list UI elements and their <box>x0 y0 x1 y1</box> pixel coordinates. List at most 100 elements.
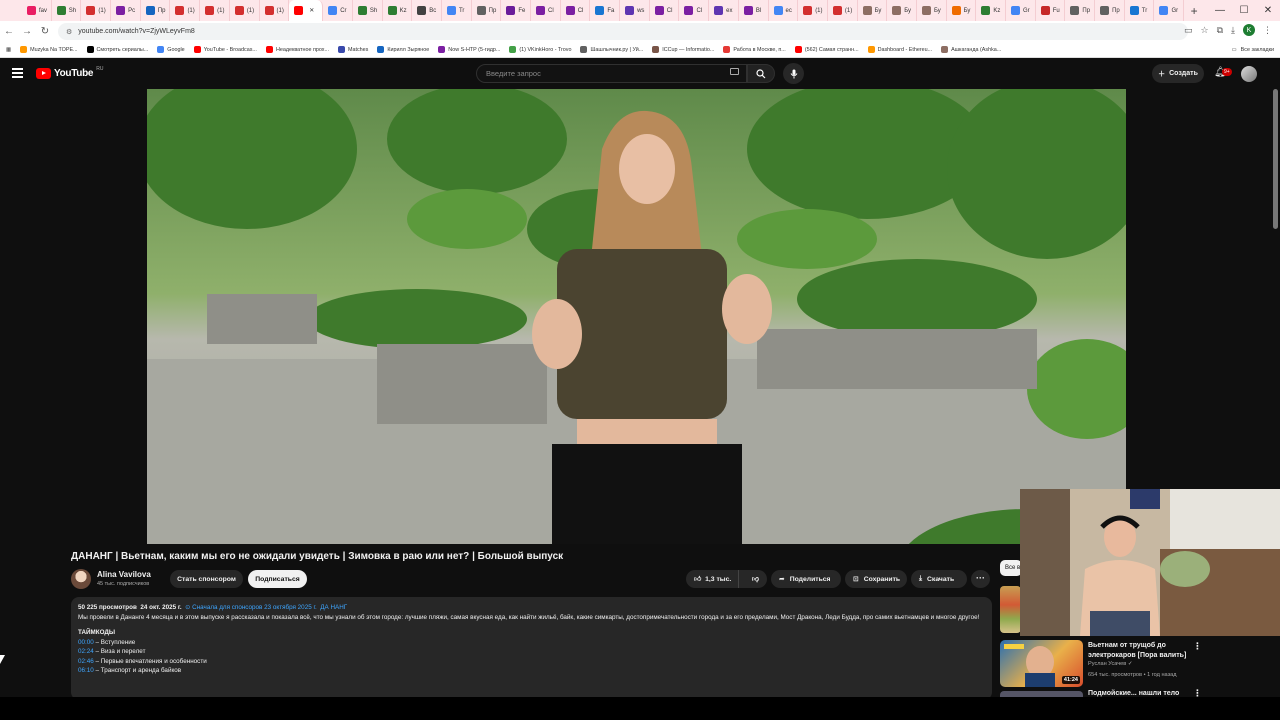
browser-tab[interactable]: Gr <box>1006 0 1036 21</box>
url-input[interactable]: ⚙ youtube.com/watch?v=ZjyWLeyvFm8 <box>58 23 1188 40</box>
search-button[interactable] <box>747 64 775 83</box>
page-scrollbar[interactable] <box>1273 89 1278 229</box>
share-button[interactable]: ➦ Поделиться <box>771 570 841 588</box>
back-icon[interactable]: ← <box>0 26 18 37</box>
bookmark-item[interactable]: Ашкаганда (Ashka... <box>941 46 1001 53</box>
browser-tab[interactable]: (1) <box>170 0 201 21</box>
chip-all[interactable]: Все в <box>1000 560 1022 576</box>
timecode-link[interactable]: 06:10 <box>78 667 94 674</box>
search-input[interactable]: Введите запрос <box>476 64 747 83</box>
browser-tab[interactable]: (1) <box>798 0 828 21</box>
bookmark-item[interactable]: YouTube - Broadcas... <box>193 46 257 53</box>
bookmark-item[interactable]: Неадекватное прох... <box>265 46 329 53</box>
browser-menu-icon[interactable]: ⋮ <box>1263 25 1272 36</box>
bookmark-item[interactable]: Muzyka Na TOPE... <box>20 46 78 53</box>
timecode-link[interactable]: 02:24 <box>78 648 94 655</box>
bookmark-item[interactable]: Смотреть сериалы... <box>86 46 148 53</box>
timecode-link[interactable]: 02:46 <box>78 658 94 665</box>
create-button[interactable]: ＋ Создать <box>1152 64 1204 83</box>
apps-icon[interactable]: ▦ <box>6 47 11 53</box>
cast-icon[interactable]: ▭ <box>1184 25 1193 36</box>
browser-tab[interactable]: ex <box>709 0 739 21</box>
save-button[interactable]: ⊡ Сохранить <box>845 570 907 588</box>
channel-avatar[interactable] <box>71 569 91 589</box>
browser-tab[interactable]: Cl <box>650 0 680 21</box>
downloads-icon[interactable]: ⤓ <box>1231 25 1235 36</box>
browser-tab[interactable]: fav <box>22 0 52 21</box>
menu-icon[interactable] <box>12 68 23 78</box>
browser-tab[interactable]: Бу <box>858 0 888 21</box>
bookmark-item[interactable]: Dashboard - Ethereu... <box>867 46 932 53</box>
reload-icon[interactable]: ↻ <box>36 26 54 37</box>
browser-tab[interactable]: ✕ <box>289 0 324 21</box>
bookmark-item[interactable]: Matches <box>338 46 368 53</box>
subscribe-button[interactable]: Подписаться <box>248 570 307 588</box>
browser-tab[interactable]: Bc <box>412 0 442 21</box>
maximize-icon[interactable]: ☐ <box>1232 0 1256 21</box>
browser-tab[interactable]: Cl <box>679 0 710 21</box>
download-button[interactable]: ⤓ Скачать <box>911 570 967 588</box>
bookmark-item[interactable]: Google <box>157 46 185 53</box>
keyboard-icon[interactable] <box>730 68 739 75</box>
channel-name[interactable]: Alina Vavilova <box>97 570 151 579</box>
browser-tab[interactable]: Kz <box>383 0 413 21</box>
browser-tab[interactable]: Tr <box>1125 0 1155 21</box>
browser-tab[interactable]: ws <box>620 0 650 21</box>
browser-tab[interactable]: Bl <box>739 0 769 21</box>
user-avatar[interactable] <box>1241 66 1257 82</box>
bookmark-item[interactable]: Кирилл Зыряное <box>377 46 429 53</box>
browser-tab[interactable]: Sh <box>353 0 383 21</box>
browser-tab[interactable]: Fa <box>590 0 621 21</box>
bookmark-item[interactable]: Работа в Москве, п... <box>723 46 786 53</box>
browser-tab[interactable]: Tr <box>442 0 472 21</box>
more-actions-icon[interactable]: ··· <box>971 570 990 588</box>
sponsor-button[interactable]: Стать спонсором <box>170 570 243 588</box>
browser-tab[interactable]: Cl <box>561 0 591 21</box>
close-tab-icon[interactable]: ✕ <box>309 7 314 14</box>
browser-tab[interactable]: (1) <box>81 0 112 21</box>
browser-tab[interactable]: Fu <box>1036 0 1066 21</box>
bookmark-item[interactable]: (1) VKinkHoro - Trovo <box>509 46 571 53</box>
forward-icon[interactable]: → <box>18 26 36 37</box>
profile-avatar[interactable]: K <box>1243 24 1255 36</box>
browser-tab[interactable]: Пр <box>1065 0 1096 21</box>
rec-thumbnail[interactable]: 41:24 <box>1000 640 1083 687</box>
browser-tab[interactable]: Бу <box>887 0 917 21</box>
browser-tab[interactable]: (1) <box>200 0 230 21</box>
browser-tab[interactable]: Kz <box>976 0 1006 21</box>
browser-tab[interactable]: Бу <box>947 0 977 21</box>
star-icon[interactable]: ☆ <box>1201 25 1209 36</box>
all-bookmarks-button[interactable]: ▭ Все закладки <box>1225 42 1274 57</box>
rec-channel[interactable]: Руслан Усачев ✓ <box>1088 661 1133 667</box>
browser-tab[interactable]: Бу <box>917 0 947 21</box>
dislike-button[interactable]: 👎︎ <box>744 575 767 583</box>
rec-title[interactable]: Вьетнам от трущоб до электрокаров [Пора … <box>1088 641 1188 660</box>
new-tab-icon[interactable]: + <box>1184 4 1204 18</box>
browser-tab[interactable]: Пр <box>1095 0 1125 21</box>
browser-tab[interactable]: Fe <box>501 0 531 21</box>
voice-search-button[interactable] <box>783 63 804 84</box>
bookmark-item[interactable]: Шашлычник.ру | Уй... <box>580 46 643 53</box>
hashtag-link[interactable]: ДА НАНГ <box>320 604 347 611</box>
browser-tab[interactable]: Sh <box>52 0 82 21</box>
site-info-icon[interactable]: ⚙ <box>66 28 72 36</box>
youtube-logo[interactable]: YouTube RU <box>36 66 103 79</box>
like-button[interactable]: 👍︎ 1,3 тыс. <box>686 570 739 588</box>
close-window-icon[interactable]: ✕ <box>1256 0 1280 21</box>
browser-tab[interactable]: Пр <box>141 0 171 21</box>
timecode-link[interactable]: 00:00 <box>78 639 94 646</box>
bookmark-item[interactable]: Now S-HTP (5-гидр... <box>438 46 500 53</box>
extensions-icon[interactable]: ⧉ <box>1217 25 1223 36</box>
rec2-title[interactable]: Подмойские... нашли тело <box>1088 690 1179 697</box>
browser-tab[interactable]: Рс <box>111 0 141 21</box>
video-player[interactable] <box>147 89 1126 544</box>
previous-rec-thumbnail[interactable] <box>1000 586 1021 633</box>
browser-tab[interactable]: (1) <box>260 0 290 21</box>
browser-tab[interactable]: Cl <box>531 0 561 21</box>
bookmark-item[interactable]: (562) Самая странн... <box>794 46 859 53</box>
early-access-link[interactable]: ⊙ Сначала для спонсоров 23 октября 2025 … <box>185 604 317 611</box>
browser-tab[interactable]: Пр <box>472 0 502 21</box>
rec-menu-icon[interactable]: ⋮ <box>1193 641 1202 652</box>
minimize-icon[interactable]: — <box>1208 0 1232 21</box>
browser-tab[interactable]: Gr <box>1154 0 1185 21</box>
